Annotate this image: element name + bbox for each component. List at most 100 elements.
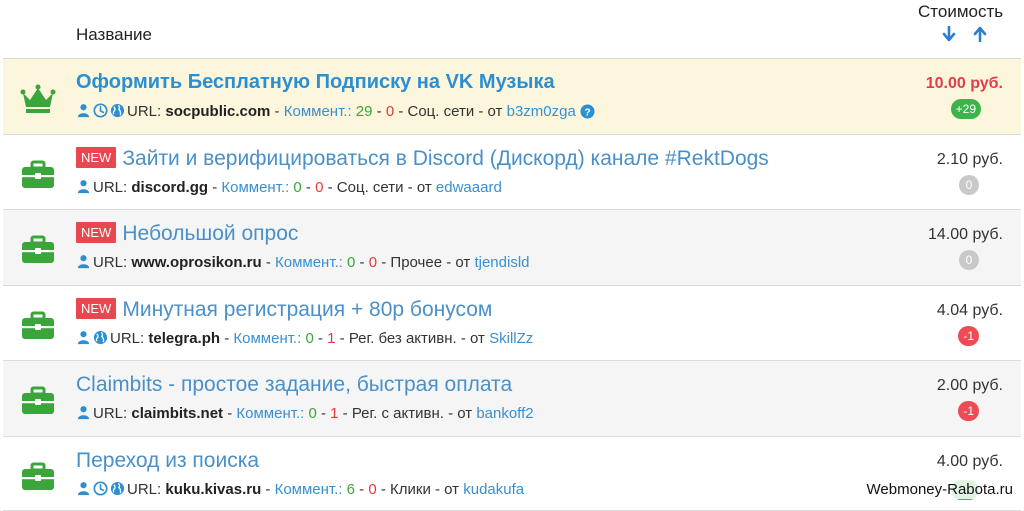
task-meta: URL: telegra.ph - Коммент.: 0 - 1 - Рег.… xyxy=(76,330,533,347)
from-label: от xyxy=(444,481,460,498)
task-category: Соц. сети xyxy=(336,179,404,196)
globe-icon xyxy=(110,481,125,496)
briefcase-icon xyxy=(20,385,56,417)
task-price: 2.00 руб. xyxy=(936,377,1003,394)
task-row[interactable]: Оформить Бесплатную Подписку на VK Музык… xyxy=(3,58,1021,135)
task-title-line: NEW Небольшой опрос xyxy=(76,222,298,246)
comments-positive: 29 xyxy=(355,103,373,120)
comments-negative: 1 xyxy=(327,330,336,347)
task-title-line: Оформить Бесплатную Подписку на VK Музык… xyxy=(76,71,555,94)
url-label: URL: xyxy=(93,405,128,422)
clock-icon xyxy=(93,481,108,496)
clock-icon xyxy=(93,103,108,118)
task-category: Соц. сети xyxy=(407,103,475,120)
globe-icon xyxy=(93,330,108,345)
comments-negative: 0 xyxy=(368,254,378,271)
from-label: от xyxy=(470,330,485,347)
briefcase-icon xyxy=(20,234,56,266)
new-badge: NEW xyxy=(76,298,117,319)
task-title-link[interactable]: Небольшой опрос xyxy=(122,222,298,245)
user-icon xyxy=(76,405,91,420)
url-label: URL: xyxy=(93,254,128,271)
table-header: Название Стоимость xyxy=(0,0,1024,58)
comments-positive: 0 xyxy=(347,254,356,271)
url-label: URL: xyxy=(93,179,128,196)
user-icon xyxy=(76,179,91,194)
task-row[interactable]: Claimbits - простое задание, быстрая опл… xyxy=(3,361,1021,437)
task-category: Рег. без активн. xyxy=(348,330,457,347)
user-icon xyxy=(76,103,91,118)
author-link[interactable]: kudakufa xyxy=(463,481,524,498)
rating-badge: -1 xyxy=(958,401,979,421)
url-label: URL: xyxy=(127,103,162,120)
task-row[interactable]: NEW Зайти и верифицироваться в Discord (Д… xyxy=(3,135,1021,210)
rating-badge: +29 xyxy=(950,99,981,119)
comments-link[interactable]: Коммент.: xyxy=(284,103,352,120)
url-value: socpublic.com xyxy=(165,103,271,120)
column-header-name: Название xyxy=(76,25,152,44)
task-category: Клики xyxy=(390,481,431,498)
task-price: 4.00 руб. xyxy=(936,453,1003,470)
user-icon xyxy=(76,330,91,345)
task-meta: URL: kuku.kivas.ru - Коммент.: 6 - 0 - К… xyxy=(76,481,524,498)
task-meta: URL: socpublic.com - Коммент.: 29 - 0 - … xyxy=(76,103,595,120)
comments-positive: 0 xyxy=(305,330,314,347)
from-label: от xyxy=(416,179,432,196)
task-row[interactable]: NEW Минутная регистрация + 80р бонусом URL… xyxy=(3,286,1021,361)
comments-positive: 0 xyxy=(293,179,302,196)
task-title-link[interactable]: Минутная регистрация + 80р бонусом xyxy=(122,298,492,321)
briefcase-icon xyxy=(20,159,56,191)
task-title-line: NEW Минутная регистрация + 80р бонусом xyxy=(76,298,492,322)
from-label: от xyxy=(455,254,471,271)
column-header-cost: Стоимость xyxy=(918,2,1004,21)
user-icon xyxy=(76,481,91,496)
task-title-link[interactable]: Claimbits - простое задание, быстрая опл… xyxy=(76,373,512,396)
author-link[interactable]: b3zm0zga xyxy=(507,103,576,120)
comments-positive: 6 xyxy=(346,481,355,498)
rating-badge: -1 xyxy=(958,326,979,346)
url-label: URL: xyxy=(127,481,162,498)
author-link[interactable]: tjendisld xyxy=(474,254,529,271)
author-link[interactable]: bankoff2 xyxy=(476,405,533,422)
task-title-link[interactable]: Переход из поиска xyxy=(76,449,259,472)
comments-link[interactable]: Коммент.: xyxy=(275,481,343,498)
task-title-link[interactable]: Зайти и верифицироваться в Discord (Диск… xyxy=(122,147,768,170)
new-badge: NEW xyxy=(76,147,117,168)
task-meta: URL: www.oprosikon.ru - Коммент.: 0 - 0 … xyxy=(76,254,530,271)
comments-link[interactable]: Коммент.: xyxy=(236,405,304,422)
url-label: URL: xyxy=(110,330,145,347)
task-meta: URL: claimbits.net - Коммент.: 0 - 1 - Р… xyxy=(76,405,534,422)
sort-descending-icon[interactable] xyxy=(941,26,957,42)
comments-link[interactable]: Коммент.: xyxy=(221,179,289,196)
url-value: telegra.ph xyxy=(148,330,221,347)
briefcase-icon xyxy=(20,461,56,493)
comments-positive: 0 xyxy=(308,405,317,422)
task-title-link[interactable]: Оформить Бесплатную Подписку на VK Музык… xyxy=(76,71,555,93)
comments-link[interactable]: Коммент.: xyxy=(233,330,301,347)
task-title-line: Claimbits - простое задание, быстрая опл… xyxy=(76,373,512,397)
task-price: 4.04 руб. xyxy=(936,302,1003,319)
rating-badge: 0 xyxy=(959,250,979,270)
sort-ascending-icon[interactable] xyxy=(972,26,988,42)
globe-icon xyxy=(110,103,125,118)
task-price: 14.00 руб. xyxy=(928,226,1003,243)
task-category: Рег. с активн. xyxy=(351,405,444,422)
comments-negative: 0 xyxy=(315,179,324,196)
help-icon[interactable]: ? xyxy=(580,104,595,119)
rating-badge: 0 xyxy=(959,175,979,195)
comments-link[interactable]: Коммент.: xyxy=(275,254,343,271)
comments-negative: 0 xyxy=(368,481,377,498)
user-icon xyxy=(76,254,91,269)
url-value: kuku.kivas.ru xyxy=(165,481,262,498)
from-label: от xyxy=(487,103,503,120)
task-category: Прочее xyxy=(390,254,443,271)
task-price: 10.00 руб. xyxy=(925,75,1003,92)
comments-negative: 1 xyxy=(330,405,339,422)
author-link[interactable]: edwaaard xyxy=(436,179,502,196)
author-link[interactable]: SkillZz xyxy=(489,330,533,347)
task-row[interactable]: NEW Небольшой опрос URL: www.oprosikon.ru … xyxy=(3,210,1021,286)
task-row[interactable]: Переход из поиска URL: kuku.kivas.ru - Ко… xyxy=(3,437,1021,511)
task-meta: URL: discord.gg - Коммент.: 0 - 0 - Соц.… xyxy=(76,179,502,196)
url-value: claimbits.net xyxy=(131,405,224,422)
task-title-line: Переход из поиска xyxy=(76,449,259,473)
